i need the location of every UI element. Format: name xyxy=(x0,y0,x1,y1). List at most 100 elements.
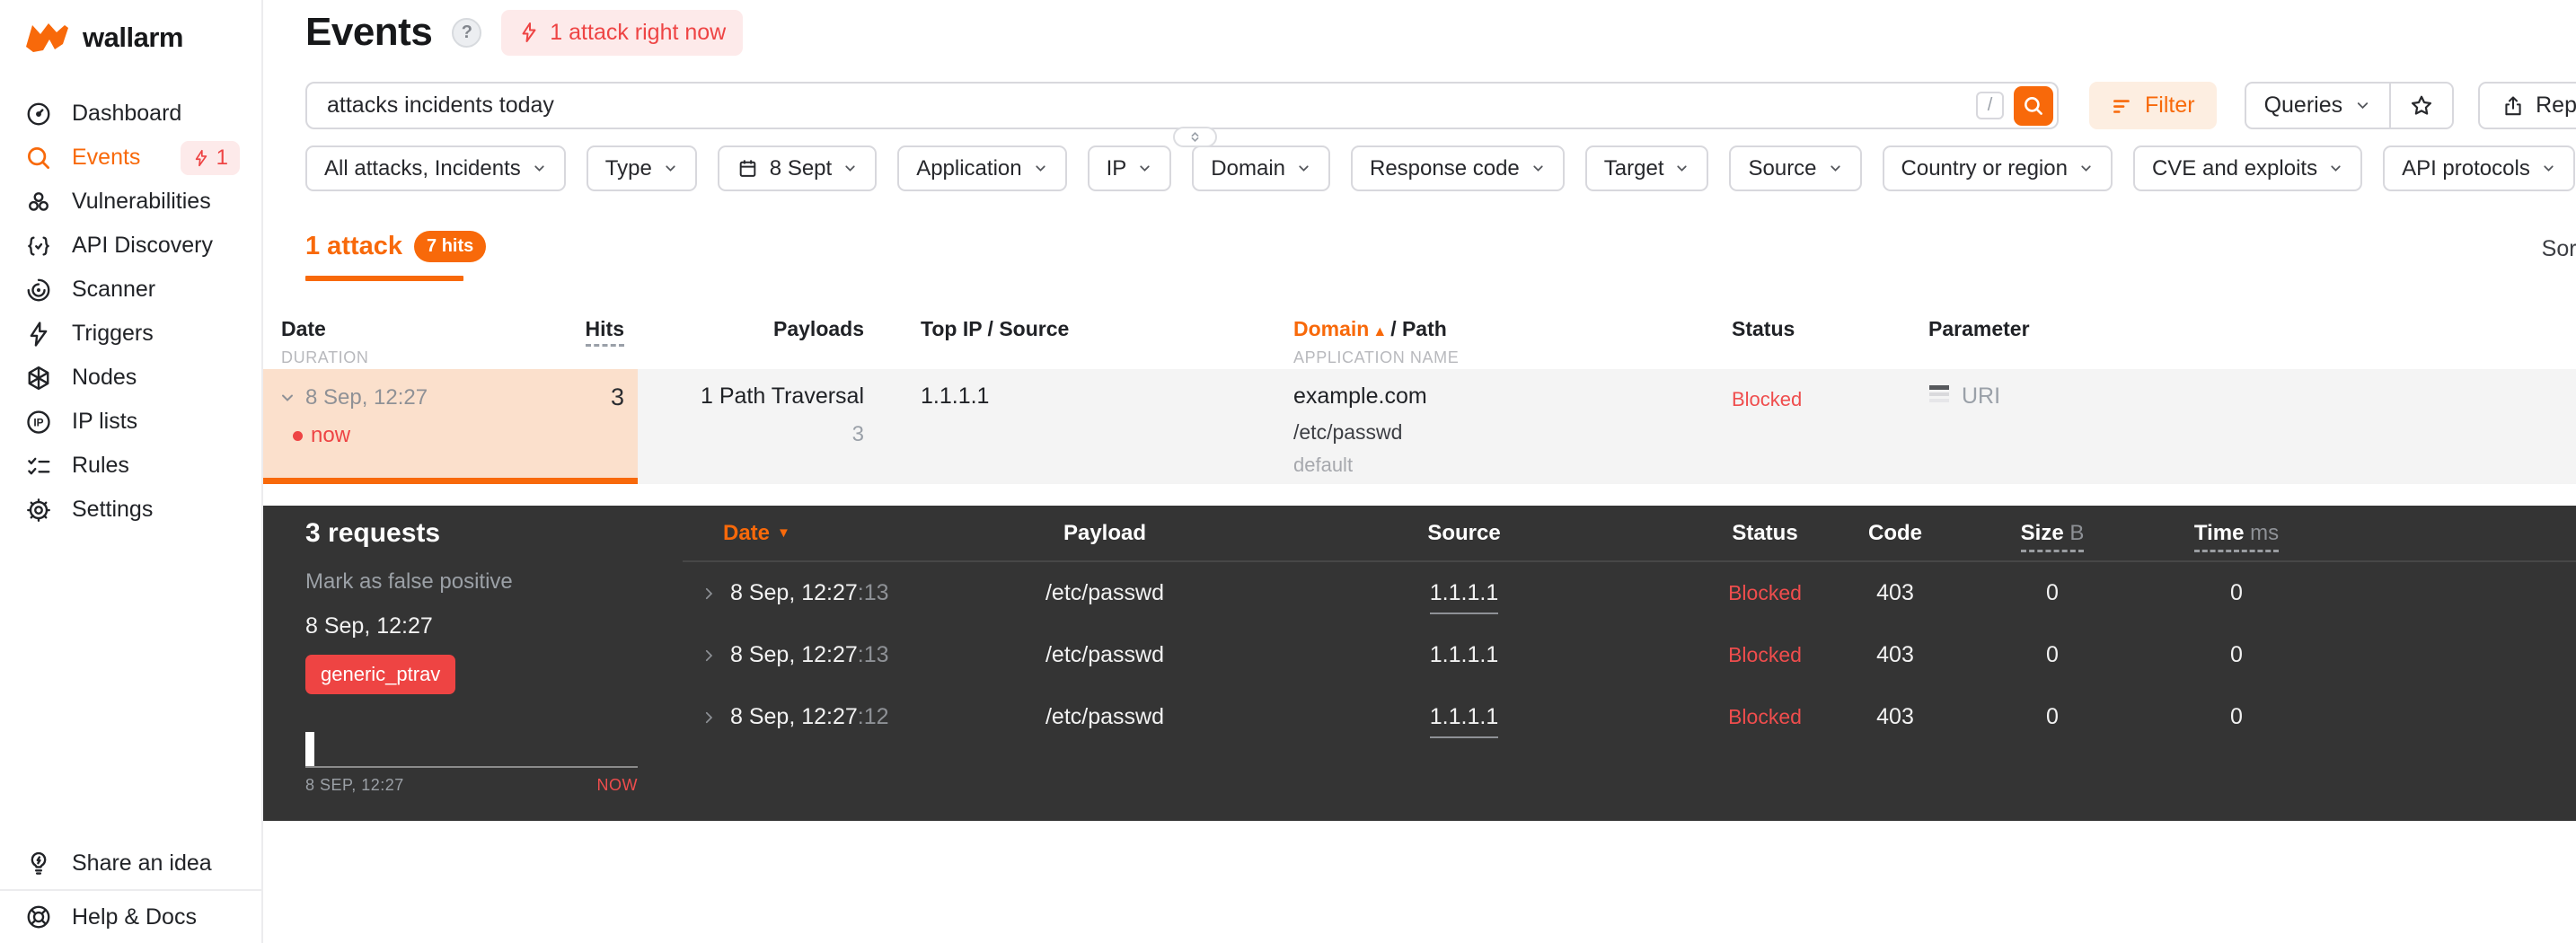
request-status: Blocked xyxy=(1728,643,1802,666)
filter-button[interactable]: Filter xyxy=(2089,82,2217,129)
export-icon xyxy=(2501,94,2525,118)
column-parameter: Parameter xyxy=(1928,317,2030,340)
domain-value: example.com xyxy=(1293,383,1427,409)
request-source-link[interactable]: 1.1.1.1 xyxy=(1239,580,1689,614)
request-code: 403 xyxy=(1876,642,1914,667)
mark-false-positive-link[interactable]: Mark as false positive xyxy=(305,569,665,595)
filter-chip-target[interactable]: Target xyxy=(1584,145,1709,191)
sidebar-item-rules[interactable]: Rules xyxy=(0,444,261,488)
requests-table-header: Date ▼ Payload Source Status Code Size B … xyxy=(683,506,2576,562)
chip-label: API protocols xyxy=(2402,155,2530,181)
attack-alert-badge[interactable]: 1 attack right now xyxy=(501,9,744,56)
filter-chip-ip[interactable]: IP xyxy=(1087,145,1172,191)
chip-label: 8 Sept xyxy=(769,155,833,181)
request-row[interactable]: 8 Sep, 12:27:13 /etc/passwd 1.1.1.1 Bloc… xyxy=(683,624,2576,686)
column-active-verification: Active verification xyxy=(2353,312,2576,369)
filter-chip-response-code[interactable]: Response code xyxy=(1351,145,1565,191)
filter-chip-date[interactable]: 8 Sept xyxy=(717,145,878,191)
sidebar-item-settings[interactable]: Settings xyxy=(0,488,261,532)
chevron-right-icon[interactable] xyxy=(701,648,717,664)
attack-tag-badge[interactable]: generic_ptrav xyxy=(305,655,456,694)
search-button[interactable] xyxy=(2014,85,2053,126)
main-content: Events ? 1 attack right now / Filter xyxy=(263,0,2576,943)
chevron-down-icon xyxy=(1674,161,1689,176)
timeline-axis xyxy=(305,766,638,768)
ip-circle-icon: IP xyxy=(25,409,52,436)
summary-row: 1 attack 7 hits Sort by latest hit xyxy=(305,231,2576,281)
star-icon xyxy=(2409,93,2434,119)
lightning-icon xyxy=(192,149,210,167)
column-date: Date DURATION xyxy=(263,312,503,369)
chip-label: Type xyxy=(604,155,652,181)
chevron-right-icon[interactable] xyxy=(701,586,717,602)
wallarm-logo[interactable]: wallarm xyxy=(0,0,261,54)
sidebar-item-vulnerabilities[interactable]: Vulnerabilities xyxy=(0,180,261,224)
help-icon[interactable]: ? xyxy=(452,17,482,48)
sidebar-item-api-discovery[interactable]: API Discovery xyxy=(0,224,261,268)
filter-chip-country[interactable]: Country or region xyxy=(1882,145,2113,191)
payload-count: 3 xyxy=(851,422,864,446)
sidebar-item-triggers[interactable]: Triggers xyxy=(0,312,261,356)
chevron-down-icon[interactable] xyxy=(278,389,296,407)
column-size[interactable]: Size B xyxy=(1949,520,2156,552)
chevron-down-icon xyxy=(842,161,858,176)
search-expand-handle[interactable] xyxy=(1173,127,1217,147)
top-ip-cell: 1.1.1.1 xyxy=(921,383,990,409)
report-button[interactable]: Report xyxy=(2478,82,2576,129)
attack-row[interactable]: 8 Sep, 12:27 now 3 1 Path Traversal 3 1.… xyxy=(263,369,2576,484)
payload-cell: 1 Path Traversal 3 xyxy=(638,383,876,484)
filter-chip-application[interactable]: Application xyxy=(897,145,1067,191)
sidebar-item-nodes[interactable]: Nodes xyxy=(0,356,261,400)
sidebar-item-label: Dashboard xyxy=(72,101,182,126)
filter-chip-cve[interactable]: CVE and exploits xyxy=(2132,145,2363,191)
sidebar-item-ip-lists[interactable]: IP IP lists xyxy=(0,400,261,444)
attack-count-label: 1 attack xyxy=(305,232,403,260)
sidebar-item-events[interactable]: Events 1 xyxy=(0,136,261,180)
parameter-cell: URI xyxy=(1922,383,2353,484)
sidebar: wallarm Dashboard Events 1 Vulnerabiliti… xyxy=(0,0,263,943)
active-verification-cell[interactable] xyxy=(2353,383,2576,484)
filter-chip-domain[interactable]: Domain xyxy=(1192,145,1330,191)
request-size: 0 xyxy=(2046,642,2059,667)
request-source-link[interactable]: 1.1.1.1 xyxy=(1239,704,1689,738)
request-payload: /etc/passwd xyxy=(1045,704,1164,729)
request-source-link[interactable]: 1.1.1.1 xyxy=(1239,642,1689,668)
column-top-ip-source: Top IP / Source xyxy=(921,317,1070,340)
chevron-down-icon xyxy=(1828,161,1843,176)
request-details-panel: 3 requests Mark as false positive 8 Sep,… xyxy=(263,506,2576,821)
chevron-right-icon[interactable] xyxy=(701,709,717,726)
sidebar-item-label: IP lists xyxy=(72,409,138,434)
queries-dropdown[interactable]: Queries xyxy=(2246,84,2390,128)
column-payloads: Payloads xyxy=(773,317,864,340)
sidebar-item-dashboard[interactable]: Dashboard xyxy=(0,92,261,136)
sort-block: Sort by latest hit xyxy=(2542,236,2576,262)
tab-attacks[interactable]: 1 attack 7 hits xyxy=(305,231,487,281)
filter-chip-source[interactable]: Source xyxy=(1729,145,1862,191)
chevron-down-icon xyxy=(2354,97,2371,114)
checklist-icon xyxy=(25,453,52,480)
attack-hits-value: 3 xyxy=(610,383,624,410)
sidebar-item-share-idea[interactable]: Share an idea xyxy=(0,837,261,889)
column-domain-path[interactable]: Domain ▲ / Path APPLICATION NAME xyxy=(1293,312,1725,369)
column-status: Status xyxy=(1732,317,1795,340)
gear-icon xyxy=(25,497,52,524)
column-hits[interactable]: Hits xyxy=(503,312,638,369)
request-time: 0 xyxy=(2230,642,2243,667)
filter-lines-icon xyxy=(2111,94,2134,118)
column-actions[interactable]: Actions xyxy=(2317,521,2576,546)
search-input[interactable] xyxy=(307,93,1976,119)
favorite-star-button[interactable] xyxy=(2389,84,2452,128)
chip-label: Application xyxy=(916,155,1022,181)
column-time[interactable]: Time ms xyxy=(2156,520,2317,552)
attack-row-date-cell[interactable]: 8 Sep, 12:27 now 3 xyxy=(263,369,638,484)
request-row[interactable]: 8 Sep, 12:27:13 /etc/passwd 1.1.1.1 Bloc… xyxy=(683,562,2576,624)
sidebar-item-scanner[interactable]: Scanner xyxy=(0,268,261,312)
filter-chip-type[interactable]: Type xyxy=(586,145,697,191)
column-date[interactable]: Date ▼ xyxy=(683,521,970,546)
request-row[interactable]: 8 Sep, 12:27:12 /etc/passwd 1.1.1.1 Bloc… xyxy=(683,686,2576,748)
filter-chip-attacks-incidents[interactable]: All attacks, Incidents xyxy=(305,145,566,191)
sidebar-item-help-docs[interactable]: Help & Docs xyxy=(0,891,261,943)
chip-label: IP xyxy=(1106,155,1127,181)
filter-chip-api-protocols[interactable]: API protocols xyxy=(2383,145,2575,191)
request-status: Blocked xyxy=(1728,705,1802,728)
